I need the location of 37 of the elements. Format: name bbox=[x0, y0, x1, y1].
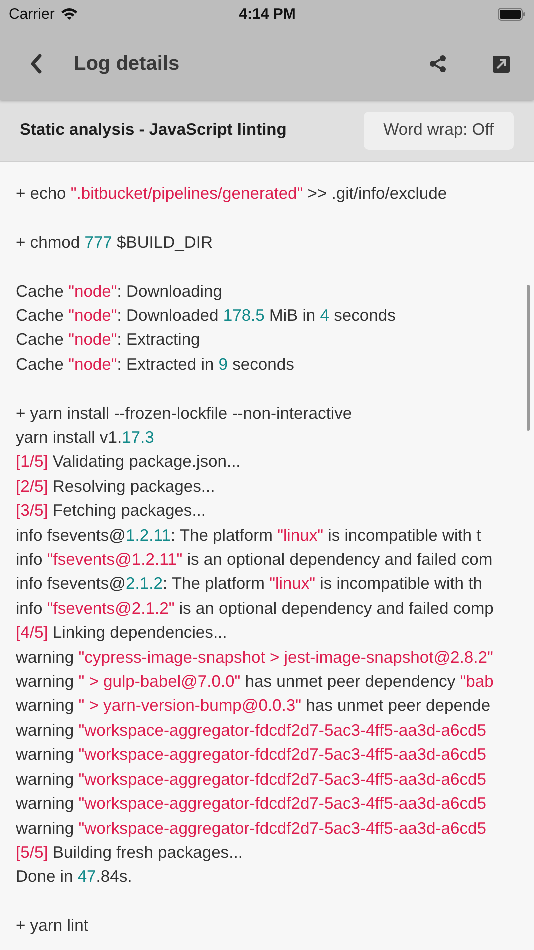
carrier-label: Carrier bbox=[9, 6, 55, 22]
page-title: Log details bbox=[74, 52, 181, 76]
log-line: + yarn install --frozen-lockfile --non-interactive bbox=[16, 402, 354, 425]
external-link-icon bbox=[493, 56, 510, 72]
log-line: [1/5] Validating package.json... bbox=[16, 451, 242, 474]
log-line: info "fsevents@2.1.2" is an optional dependency and failed comp bbox=[16, 598, 495, 620]
log-line: info fsevents@2.1.2: The platform "linux" is incompatible with th bbox=[16, 573, 484, 596]
log-line: Cache "node": Downloaded 178.5 MiB in 4 seconds bbox=[16, 305, 397, 327]
log-line: warning " > yarn-version-bump@0.0.3" has unmet peer depende bbox=[16, 695, 492, 718]
log-line: warning " > gulp-babel@7.0.0" has unmet peer dependency "bab bbox=[16, 671, 495, 694]
log-line: yarn install v1.17.3 bbox=[16, 427, 156, 450]
log-line: [3/5] Fetching packages... bbox=[16, 500, 208, 522]
log-line: warning "workspace-aggregator-fdcdf2d7-5ac3-4ff5-aa3d-a6cd5 bbox=[16, 720, 488, 742]
log-line: warning "workspace-aggregator-fdcdf2d7-5ac3-4ff5-aa3d-a6cd5 bbox=[16, 793, 488, 816]
log-line: [2/5] Resolving packages... bbox=[16, 476, 216, 498]
clock: 4:14 PM bbox=[239, 6, 296, 22]
log-line: + yarn lint bbox=[16, 915, 90, 938]
log-line: warning "workspace-aggregator-fdcdf2d7-5ac3-4ff5-aa3d-a6cd5 bbox=[16, 744, 488, 766]
log-line: info "fsevents@1.2.11" is an optional dependency and failed com bbox=[16, 549, 494, 572]
log-line: + echo ".bitbucket/pipelines/generated" >> .git/info/exclude bbox=[16, 183, 448, 205]
log-line: warning "workspace-aggregator-fdcdf2d7-5ac3-4ff5-aa3d-a6cd5 bbox=[16, 818, 488, 840]
log-line: info fsevents@1.2.11: The platform "linux" is incompatible with t bbox=[16, 524, 482, 547]
back-icon bbox=[30, 54, 42, 74]
battery-icon bbox=[498, 8, 526, 20]
log-line: warning "cypress-image-snapshot > jest-image-snapshot@2.8.2" bbox=[16, 646, 494, 669]
word-wrap-button[interactable]: Word wrap: Off bbox=[364, 112, 514, 150]
log-line: Cache "node": Extracted in 9 seconds bbox=[16, 354, 296, 376]
log-line: + chmod 777 $BUILD_DIR bbox=[16, 232, 214, 254]
log-line: [4/5] Linking dependencies... bbox=[16, 622, 228, 644]
log-line: Done in 47.84s. bbox=[16, 866, 134, 888]
share-icon bbox=[429, 55, 447, 73]
log-line: Cache "node": Downloading bbox=[16, 280, 224, 303]
log-line: warning "workspace-aggregator-fdcdf2d7-5ac3-4ff5-aa3d-a6cd5 bbox=[16, 768, 488, 791]
log-line: Cache "node": Extracting bbox=[16, 329, 202, 352]
wifi-icon bbox=[60, 8, 78, 20]
log-line: [5/5] Building fresh packages... bbox=[16, 842, 244, 864]
step-title: Static analysis - JavaScript linting bbox=[20, 121, 288, 140]
